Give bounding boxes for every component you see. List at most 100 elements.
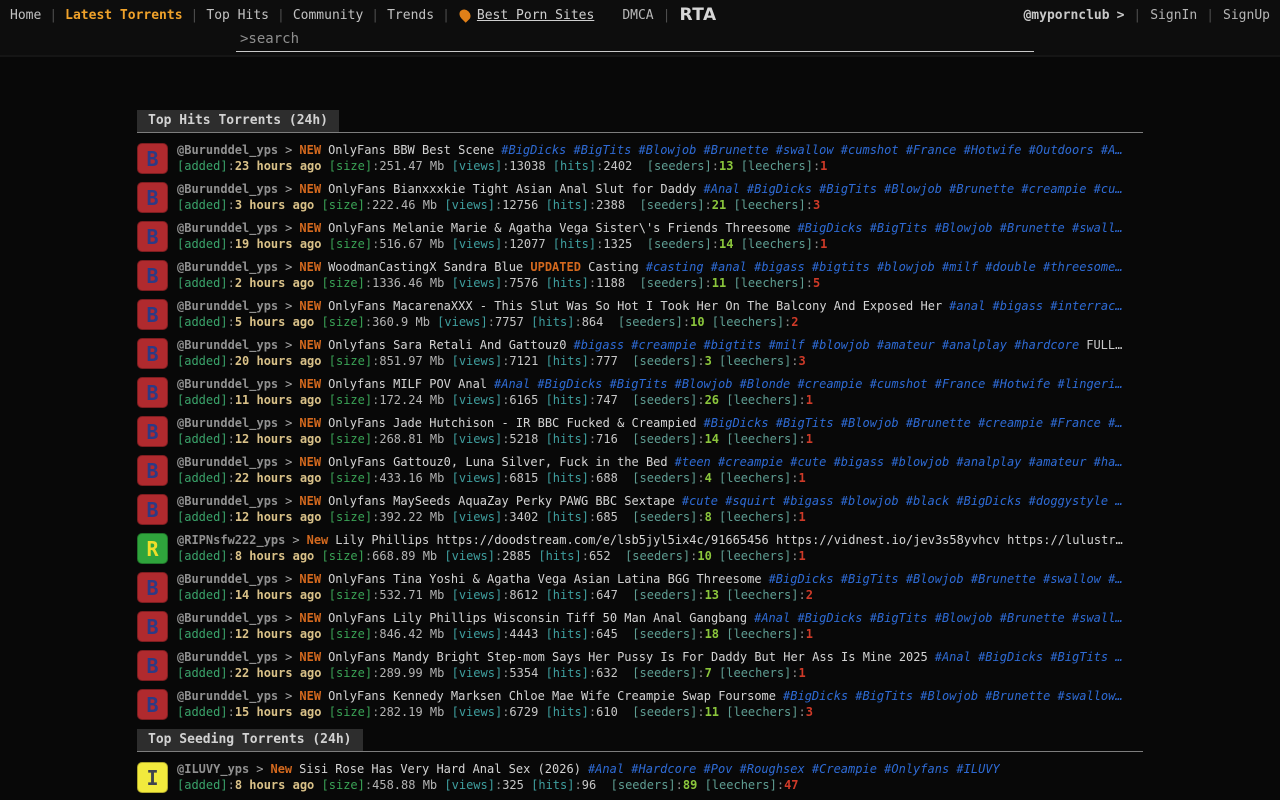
username-link[interactable]: @Burunddel_yps	[177, 182, 278, 196]
torrent-tags[interactable]: #BigDicks #BigTits #Blowjob #Brunette #s…	[501, 143, 1122, 157]
torrent-row[interactable]: B @Burunddel_yps>NEWOnlyFans Melanie Mar…	[137, 220, 1143, 252]
torrent-row[interactable]: B @Burunddel_yps>NEWOnlyFans BBW Best Sc…	[137, 142, 1143, 174]
user-avatar[interactable]: B	[137, 455, 168, 486]
torrent-row[interactable]: B @Burunddel_yps>NEWOnlyfans MILF POV An…	[137, 376, 1143, 408]
section-header: Top Seeding Torrents (24h)	[137, 728, 1143, 752]
user-avatar[interactable]: B	[137, 416, 168, 447]
torrent-tags[interactable]: #Anal #Hardcore #Pov #Roughsex #Creampie…	[588, 762, 1000, 776]
stat-label-views: [views]	[452, 432, 503, 446]
torrent-tags[interactable]: #cute #squirt #bigass #blowjob #black #B…	[682, 494, 1123, 508]
user-avatar[interactable]: B	[137, 611, 168, 642]
user-avatar[interactable]: B	[137, 182, 168, 213]
torrent-tags[interactable]: #anal #bigass #interrac…	[949, 299, 1122, 313]
nav-item-trends[interactable]: Trends	[387, 8, 458, 23]
username-link[interactable]: @Burunddel_yps	[177, 338, 278, 352]
torrent-row[interactable]: B @Burunddel_yps>NEWOnlyFans Gattouz0, L…	[137, 454, 1143, 486]
torrent-title-link[interactable]: OnlyFans Gattouz0, Luna Silver, Fuck in …	[328, 455, 668, 469]
best-porn-sites-link[interactable]: Best Porn Sites	[477, 8, 594, 23]
torrent-title-link[interactable]: OnlyFans Melanie Marie & Agatha Vega Sis…	[328, 221, 790, 235]
signin-link[interactable]: SignIn	[1150, 8, 1197, 23]
avatar-letter: B	[146, 305, 158, 325]
username-link[interactable]: @Burunddel_yps	[177, 416, 278, 430]
torrent-tags[interactable]: #casting #anal #bigass #bigtits #blowjob…	[646, 260, 1123, 274]
username-link[interactable]: @Burunddel_yps	[177, 689, 278, 703]
username-link[interactable]: @Burunddel_yps	[177, 260, 278, 274]
torrent-tags[interactable]: #BigDicks #BigTits #Blowjob #Brunette #s…	[783, 689, 1123, 703]
torrent-row[interactable]: B @Burunddel_yps>NEWOnlyFans Kennedy Mar…	[137, 688, 1143, 720]
user-avatar[interactable]: B	[137, 143, 168, 174]
torrent-tags[interactable]: #Anal #BigDicks #BigTits #Blowjob #Brune…	[754, 611, 1122, 625]
torrent-row[interactable]: B @Burunddel_yps>NEWOnlyFans Bianxxxkie …	[137, 181, 1143, 213]
username-link[interactable]: @Burunddel_yps	[177, 221, 278, 235]
torrent-tags[interactable]: #bigass #creampie #bigtits #milf #blowjo…	[574, 338, 1080, 352]
torrent-row[interactable]: B @Burunddel_yps>NEWOnlyfans MaySeeds Aq…	[137, 493, 1143, 525]
username-link[interactable]: @Burunddel_yps	[177, 143, 278, 157]
stat-label-leechers: [leechers]	[741, 159, 813, 173]
torrent-row[interactable]: B @Burunddel_yps>NEWOnlyFans Mandy Brigh…	[137, 649, 1143, 681]
torrent-title-link[interactable]: OnlyFans Tina Yoshi & Agatha Vega Asian …	[328, 572, 761, 586]
torrent-row[interactable]: I @ILUVY_yps>NewSisi Rose Has Very Hard …	[137, 761, 1143, 793]
username-link[interactable]: @Burunddel_yps	[177, 572, 278, 586]
username-link[interactable]: @Burunddel_yps	[177, 611, 278, 625]
dmca-link[interactable]: DMCA	[622, 8, 653, 23]
user-avatar[interactable]: B	[137, 650, 168, 681]
torrent-row[interactable]: B @Burunddel_yps>NEWOnlyFans Tina Yoshi …	[137, 571, 1143, 603]
torrent-row[interactable]: B @Burunddel_yps>NEWWoodmanCastingX Sand…	[137, 259, 1143, 291]
torrent-row[interactable]: B @Burunddel_yps>NEWOnlyFans Lily Philli…	[137, 610, 1143, 642]
search-input[interactable]	[236, 30, 1034, 52]
stat-value-seeders: 13	[719, 159, 733, 173]
torrent-title-link[interactable]: OnlyFans Kennedy Marksen Chloe Mae Wife …	[328, 689, 776, 703]
user-avatar[interactable]: B	[137, 572, 168, 603]
username-link[interactable]: @ILUVY_yps	[177, 762, 249, 776]
user-avatar[interactable]: B	[137, 494, 168, 525]
torrent-title-link[interactable]: Onlyfans Sara Retali And Gattouz0	[328, 338, 566, 352]
user-avatar[interactable]: B	[137, 377, 168, 408]
torrent-tags[interactable]: #BigDicks #BigTits #Blowjob #Brunette #c…	[704, 416, 1123, 430]
user-avatar[interactable]: R	[137, 533, 168, 564]
user-avatar[interactable]: B	[137, 221, 168, 252]
account-label[interactable]: @mypornclub	[1023, 8, 1109, 23]
username-link[interactable]: @Burunddel_yps	[177, 299, 278, 313]
user-avatar[interactable]: B	[137, 338, 168, 369]
username-link[interactable]: @Burunddel_yps	[177, 455, 278, 469]
stat-value-seeders: 10	[690, 315, 704, 329]
torrent-tags[interactable]: #Anal #BigDicks #BigTits …	[935, 650, 1123, 664]
torrent-title-link[interactable]: WoodmanCastingX Sandra Blue UPDATED Cast…	[328, 260, 639, 274]
nav-item-top-hits[interactable]: Top Hits	[206, 8, 292, 23]
torrent-tags[interactable]: #teen #creampie #cute #bigass #blowjob #…	[675, 455, 1123, 469]
username-link[interactable]: @Burunddel_yps	[177, 494, 278, 508]
stat-value-added: 12 hours ago	[235, 627, 322, 641]
torrent-title-link[interactable]: Lily Phillips https://doodstream.com/e/l…	[335, 533, 1122, 547]
user-avatar[interactable]: B	[137, 260, 168, 291]
torrent-title-link[interactable]: Onlyfans MILF POV Anal	[328, 377, 487, 391]
torrent-title-link[interactable]: OnlyFans MacarenaXXX - This Slut Was So …	[328, 299, 942, 313]
user-avatar[interactable]: B	[137, 689, 168, 720]
username-link[interactable]: @RIPNsfw222_yps	[177, 533, 285, 547]
torrent-tags[interactable]: #BigDicks #BigTits #Blowjob #Brunette #s…	[797, 221, 1122, 235]
torrent-title-link[interactable]: OnlyFans BBW Best Scene	[328, 143, 494, 157]
stat-value-size: 172.24 Mb	[379, 393, 444, 407]
torrent-title-link[interactable]: OnlyFans Lily Phillips Wisconsin Tiff 50…	[328, 611, 747, 625]
torrent-row[interactable]: B @Burunddel_yps>NEWOnlyFans MacarenaXXX…	[137, 298, 1143, 330]
signup-link[interactable]: SignUp	[1223, 8, 1270, 23]
torrent-tags[interactable]: #BigDicks #BigTits #Blowjob #Brunette #s…	[769, 572, 1123, 586]
stat-label-hits: [hits]	[531, 778, 574, 792]
torrent-title-link[interactable]: Onlyfans MaySeeds AquaZay Perky PAWG BBC…	[328, 494, 675, 508]
torrent-row[interactable]: B @Burunddel_yps>NEWOnlyfans Sara Retali…	[137, 337, 1143, 369]
torrent-row[interactable]: R @RIPNsfw222_yps>NewLily Phillips https…	[137, 532, 1143, 564]
torrent-title-link[interactable]: OnlyFans Mandy Bright Step-mom Says Her …	[328, 650, 928, 664]
user-avatar[interactable]: I	[137, 762, 168, 793]
username-link[interactable]: @Burunddel_yps	[177, 650, 278, 664]
nav-item-latest-torrents[interactable]: Latest Torrents	[65, 8, 206, 23]
torrent-tags[interactable]: #Anal #BigDicks #BigTits #Blowjob #Blond…	[494, 377, 1123, 391]
torrent-tags[interactable]: #Anal #BigDicks #BigTits #Blowjob #Brune…	[704, 182, 1123, 196]
torrent-title-line: @Burunddel_yps>NEWOnlyfans Sara Retali A…	[177, 337, 1122, 353]
username-link[interactable]: @Burunddel_yps	[177, 377, 278, 391]
torrent-title-link[interactable]: OnlyFans Jade Hutchison - IR BBC Fucked …	[328, 416, 696, 430]
nav-item-community[interactable]: Community	[293, 8, 387, 23]
torrent-row[interactable]: B @Burunddel_yps>NEWOnlyFans Jade Hutchi…	[137, 415, 1143, 447]
nav-item-home[interactable]: Home	[10, 8, 65, 23]
torrent-title-link[interactable]: OnlyFans Bianxxxkie Tight Asian Anal Slu…	[328, 182, 696, 196]
torrent-title-link[interactable]: Sisi Rose Has Very Hard Anal Sex (2026)	[299, 762, 581, 776]
user-avatar[interactable]: B	[137, 299, 168, 330]
